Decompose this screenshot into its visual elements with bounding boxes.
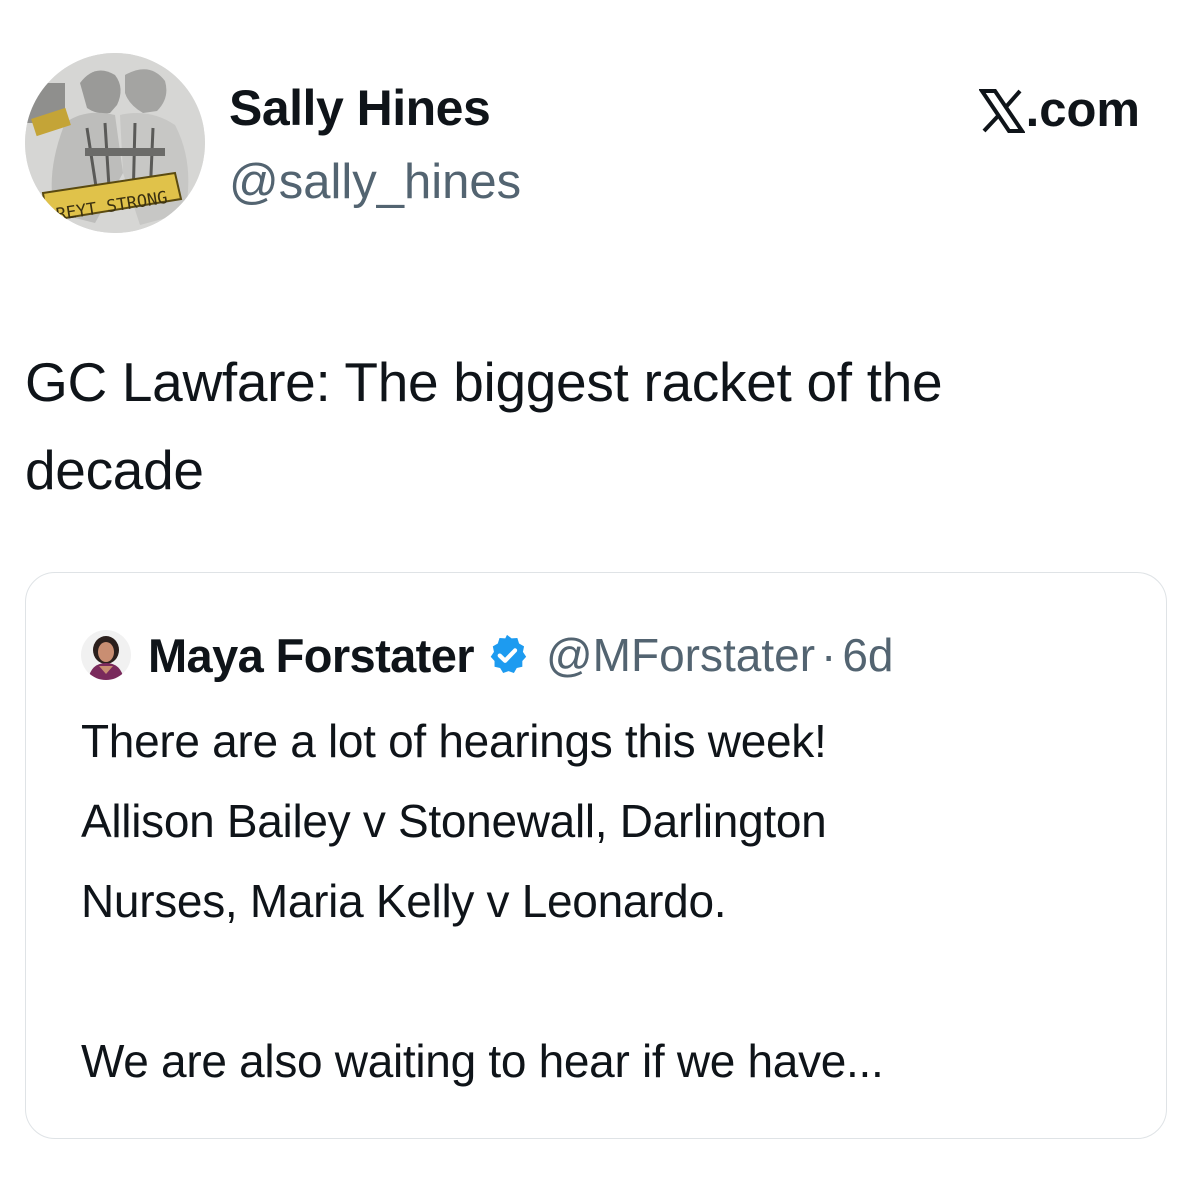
quoted-text-line: Allison Bailey v Stonewall, Darlington xyxy=(81,795,827,847)
quoted-post-text: There are a lot of hearings this week! A… xyxy=(81,701,1141,1101)
quoted-text-line: Nurses, Maria Kelly v Leonardo. xyxy=(81,875,727,927)
x-com-text: .com xyxy=(1025,83,1140,137)
verified-badge-icon xyxy=(490,634,527,674)
quoted-post-time[interactable]: 6d xyxy=(842,628,893,682)
quoted-author-name[interactable]: Maya Forstater xyxy=(148,628,475,683)
quoted-author-avatar[interactable] xyxy=(81,630,131,680)
author-avatar[interactable]: REYT STRONG xyxy=(25,53,205,233)
x-com-label: .com xyxy=(978,80,1140,140)
x-logo-icon xyxy=(978,89,1025,133)
quoted-avatar-photo-icon xyxy=(81,630,131,680)
author-name[interactable]: Sally Hines xyxy=(229,78,491,138)
quoted-post-header: Maya Forstater @MForstater · 6d xyxy=(81,620,894,690)
separator-dot: · xyxy=(821,629,837,681)
author-handle[interactable]: @sally_hines xyxy=(229,152,521,212)
avatar-illustration-icon: REYT STRONG xyxy=(25,53,205,233)
quoted-text-line: There are a lot of hearings this week! xyxy=(81,715,827,767)
quoted-post-card[interactable]: Maya Forstater @MForstater · 6d There ar… xyxy=(25,572,1167,1139)
post-text: GC Lawfare: The biggest racket of the de… xyxy=(25,351,943,501)
quoted-author-handle[interactable]: @MForstater xyxy=(546,628,815,682)
quoted-text-truncated: We are also waiting to hear if we have..… xyxy=(81,1035,884,1087)
